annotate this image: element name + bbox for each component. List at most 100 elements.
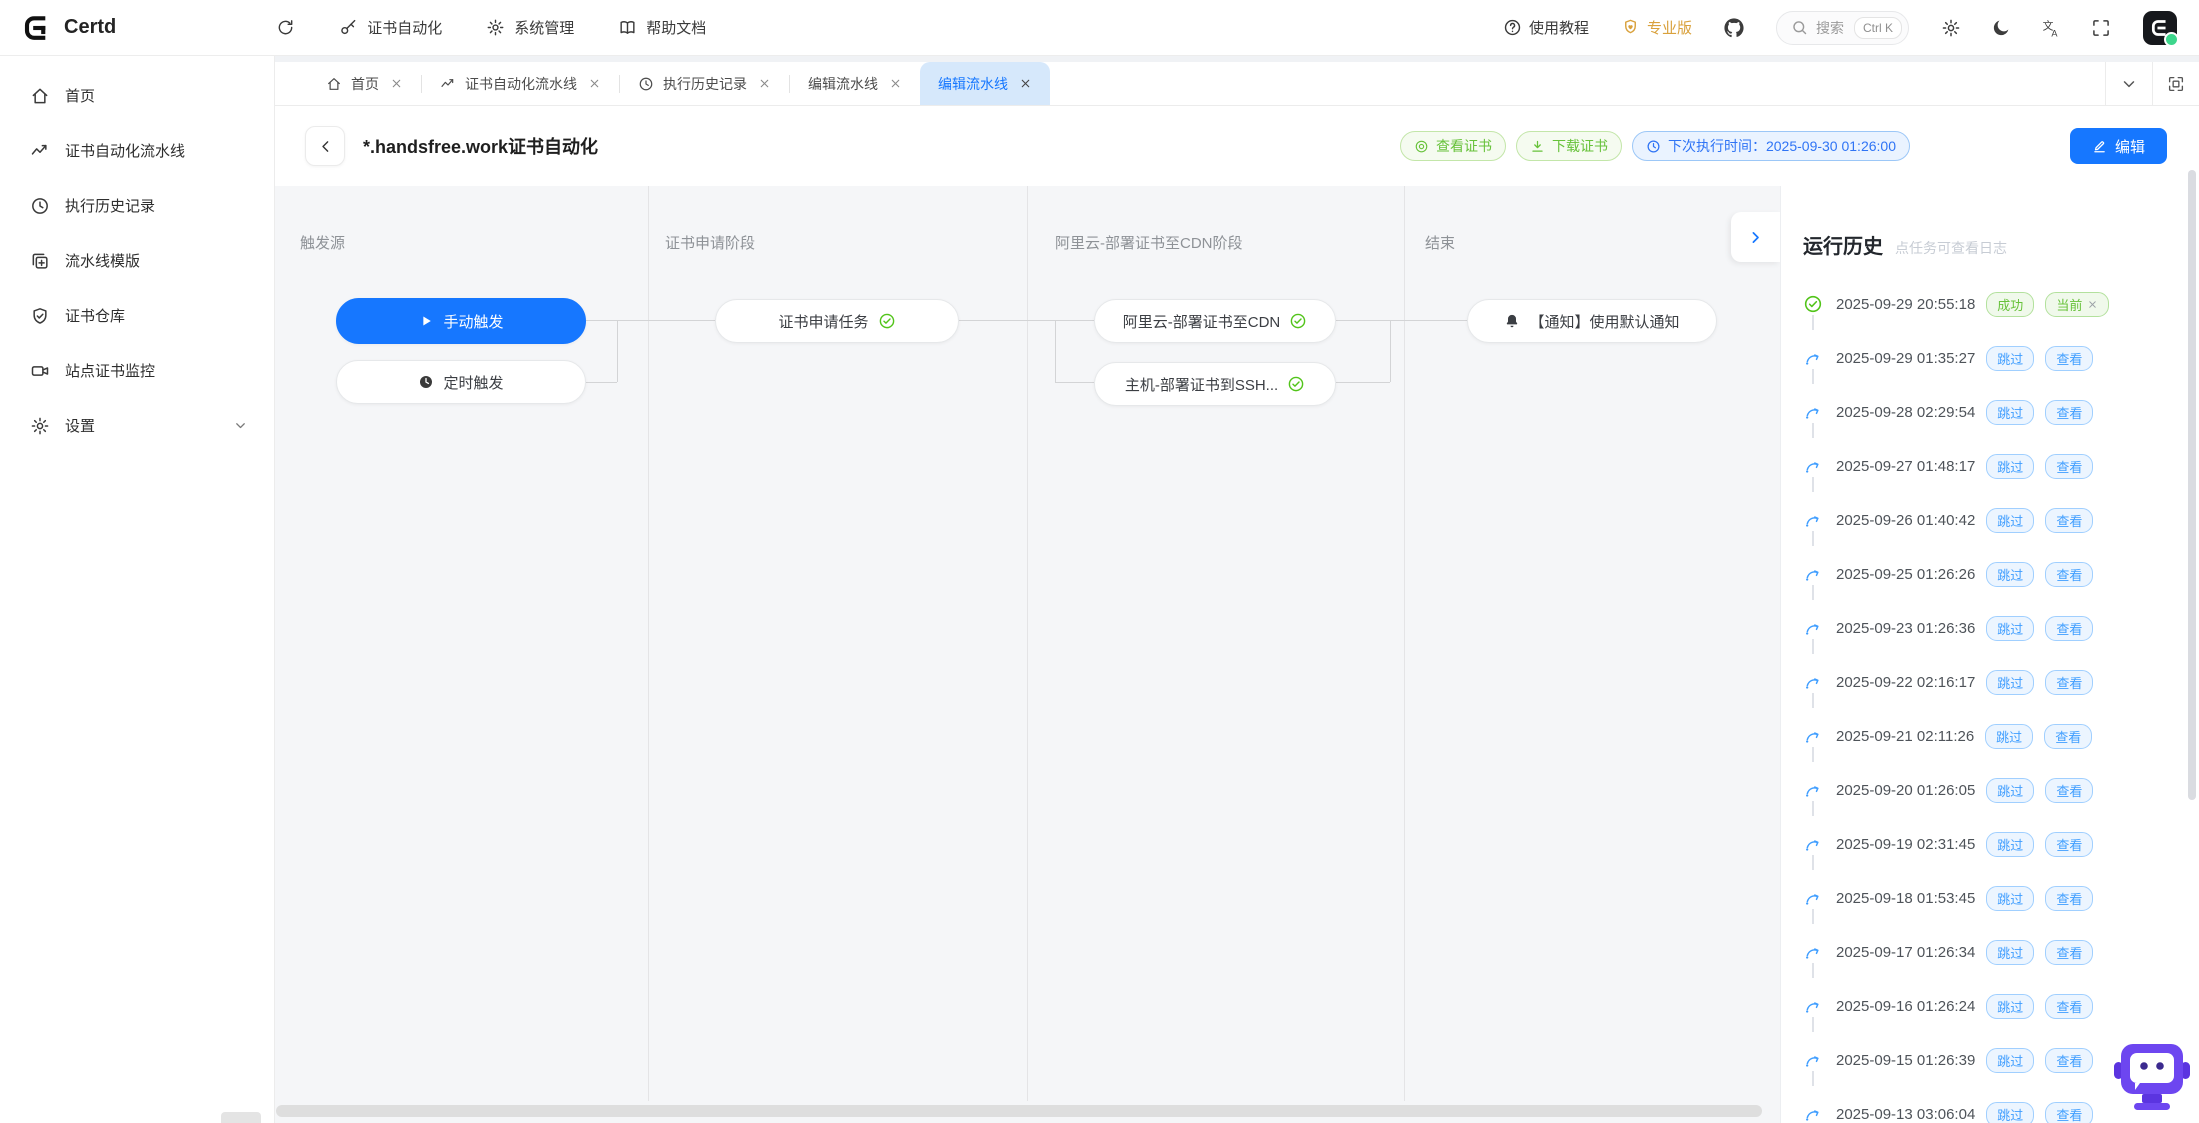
history-time: 2025-09-20 01:26:05: [1836, 782, 1975, 799]
avatar[interactable]: [2143, 11, 2177, 45]
github-icon[interactable]: [1724, 18, 1744, 38]
edit-button[interactable]: 编辑: [2070, 128, 2167, 164]
skip-status-icon: [1803, 672, 1823, 692]
search-input[interactable]: 搜索 Ctrl K: [1776, 11, 1909, 45]
history-view-button[interactable]: 查看: [2045, 778, 2093, 803]
skip-status-icon: [1803, 1104, 1823, 1123]
tab[interactable]: 证书自动化流水线: [422, 62, 619, 105]
history-view-button[interactable]: 查看: [2045, 670, 2093, 695]
sidebar-item[interactable]: 流水线模版: [0, 233, 274, 288]
history-status-tag: 跳过: [1986, 1048, 2034, 1073]
gear-icon[interactable]: [1941, 18, 1961, 38]
tab[interactable]: 编辑流水线: [790, 62, 920, 105]
history-view-button[interactable]: 查看: [2045, 508, 2093, 533]
top-nav-item[interactable]: 系统管理: [486, 17, 574, 38]
tab-fullscreen-button[interactable]: [2152, 62, 2199, 105]
brand[interactable]: Certd: [22, 13, 116, 43]
refresh-icon: [276, 18, 295, 37]
history-status-tag: 跳过: [1986, 994, 2034, 1019]
top-nav-item-refresh[interactable]: [276, 18, 295, 37]
skip-status-icon: [1803, 1050, 1823, 1070]
history-view-button[interactable]: 查看: [2045, 454, 2093, 479]
sidebar-item[interactable]: 证书自动化流水线: [0, 123, 274, 178]
history-status-tag: 跳过: [1986, 670, 2034, 695]
tab-label: 证书自动化流水线: [465, 74, 577, 94]
sidebar-item[interactable]: 执行历史记录: [0, 178, 274, 233]
sidebar-item[interactable]: 站点证书监控: [0, 343, 274, 398]
history-view-button[interactable]: 查看: [2045, 886, 2093, 911]
history-view-button[interactable]: 查看: [2045, 994, 2093, 1019]
history-time: 2025-09-26 01:40:42: [1836, 512, 1975, 529]
history-view-button[interactable]: 查看: [2045, 1102, 2093, 1123]
chat-assistant-robot[interactable]: [2110, 1038, 2194, 1118]
chevron-down-icon: [2120, 75, 2138, 93]
pipeline-node[interactable]: 阿里云-部署证书至CDN: [1094, 299, 1336, 343]
history-panel-toggle-button[interactable]: [1731, 212, 1780, 262]
top-nav: 证书自动化 系统管理 帮助文档: [276, 17, 706, 38]
history-time: 2025-09-29 20:55:18: [1836, 296, 1975, 313]
history-view-button[interactable]: 查看: [2045, 346, 2093, 371]
pro-badge[interactable]: 专业版: [1621, 17, 1692, 38]
sidebar-footer-handle[interactable]: [221, 1112, 261, 1123]
history-status-tag[interactable]: 当前: [2045, 292, 2109, 317]
history-status-tag: 跳过: [1986, 562, 2034, 587]
tab-close-icon[interactable]: [390, 77, 403, 90]
tab-list-dropdown-button[interactable]: [2105, 62, 2152, 105]
pipeline-node[interactable]: 手动触发: [336, 298, 586, 344]
moon-icon[interactable]: [1991, 18, 2011, 38]
history-status-tag: 跳过: [1986, 940, 2034, 965]
history-time: 2025-09-23 01:26:36: [1836, 620, 1975, 637]
skip-status-icon: [1803, 996, 1823, 1016]
tag-close-icon[interactable]: [2087, 299, 2098, 310]
translate-icon[interactable]: 文A: [2041, 18, 2061, 38]
run-history-subtitle: 点任务可查看日志: [1895, 238, 2007, 258]
history-time: 2025-09-18 01:53:45: [1836, 890, 1975, 907]
pipeline-node[interactable]: 主机-部署证书到SSH...: [1094, 362, 1336, 406]
success-status-icon: [1803, 294, 1823, 314]
download-cert-button[interactable]: 下载证书: [1516, 131, 1622, 161]
sidebar-item[interactable]: 首页: [0, 68, 274, 123]
history-view-button[interactable]: 查看: [2045, 562, 2093, 587]
history-view-button[interactable]: 查看: [2045, 400, 2093, 425]
fullscreen-icon[interactable]: [2091, 18, 2111, 38]
connector-line: [1055, 320, 1056, 382]
pipeline-node[interactable]: 证书申请任务: [715, 299, 959, 343]
sidebar-item-label: 证书仓库: [65, 305, 125, 326]
tab[interactable]: 首页: [308, 62, 421, 105]
sidebar-item[interactable]: 设置: [0, 398, 274, 453]
history-view-button[interactable]: 查看: [2045, 1048, 2093, 1073]
pipeline-node[interactable]: 定时触发: [336, 360, 586, 404]
success-check-icon: [1289, 312, 1307, 330]
history-view-button[interactable]: 查看: [2045, 616, 2093, 641]
horizontal-scrollbar[interactable]: [276, 1105, 1762, 1117]
history-status-tag: 跳过: [1986, 454, 2034, 479]
tab-close-icon[interactable]: [889, 77, 902, 90]
tabbar: 首页证书自动化流水线执行历史记录编辑流水线编辑流水线: [275, 56, 2199, 106]
tab-close-icon[interactable]: [588, 77, 601, 90]
top-nav-item[interactable]: 帮助文档: [618, 17, 706, 38]
history-status-tag: 跳过: [1986, 832, 2034, 857]
help-link[interactable]: 使用教程: [1503, 17, 1589, 38]
back-button[interactable]: [305, 126, 345, 166]
skip-status-icon: [1803, 780, 1823, 800]
success-check-icon: [878, 312, 896, 330]
top-nav-item[interactable]: 证书自动化: [339, 17, 442, 38]
history-view-button[interactable]: 查看: [2045, 832, 2093, 857]
vertical-scrollbar[interactable]: [2188, 170, 2196, 800]
stage-title: 触发源: [300, 232, 345, 253]
tab-close-icon[interactable]: [758, 77, 771, 90]
history-view-button[interactable]: 查看: [2044, 724, 2092, 749]
history-view-button[interactable]: 查看: [2045, 940, 2093, 965]
tab-label: 编辑流水线: [808, 74, 878, 94]
pipeline-node[interactable]: 【通知】使用默认通知: [1467, 299, 1717, 343]
history-time: 2025-09-27 01:48:17: [1836, 458, 1975, 475]
tab-close-icon[interactable]: [1019, 77, 1032, 90]
sidebar-item-label: 执行历史记录: [65, 195, 155, 216]
view-cert-button[interactable]: 查看证书: [1400, 131, 1506, 161]
history-row: 2025-09-17 01:26:34跳过查看: [1803, 925, 2199, 979]
tab[interactable]: 执行历史记录: [620, 62, 789, 105]
sidebar-item[interactable]: 证书仓库: [0, 288, 274, 343]
history-status-tag: 跳过: [1986, 346, 2034, 371]
tab-active[interactable]: 编辑流水线: [920, 62, 1050, 105]
connector-line: [1390, 320, 1391, 382]
